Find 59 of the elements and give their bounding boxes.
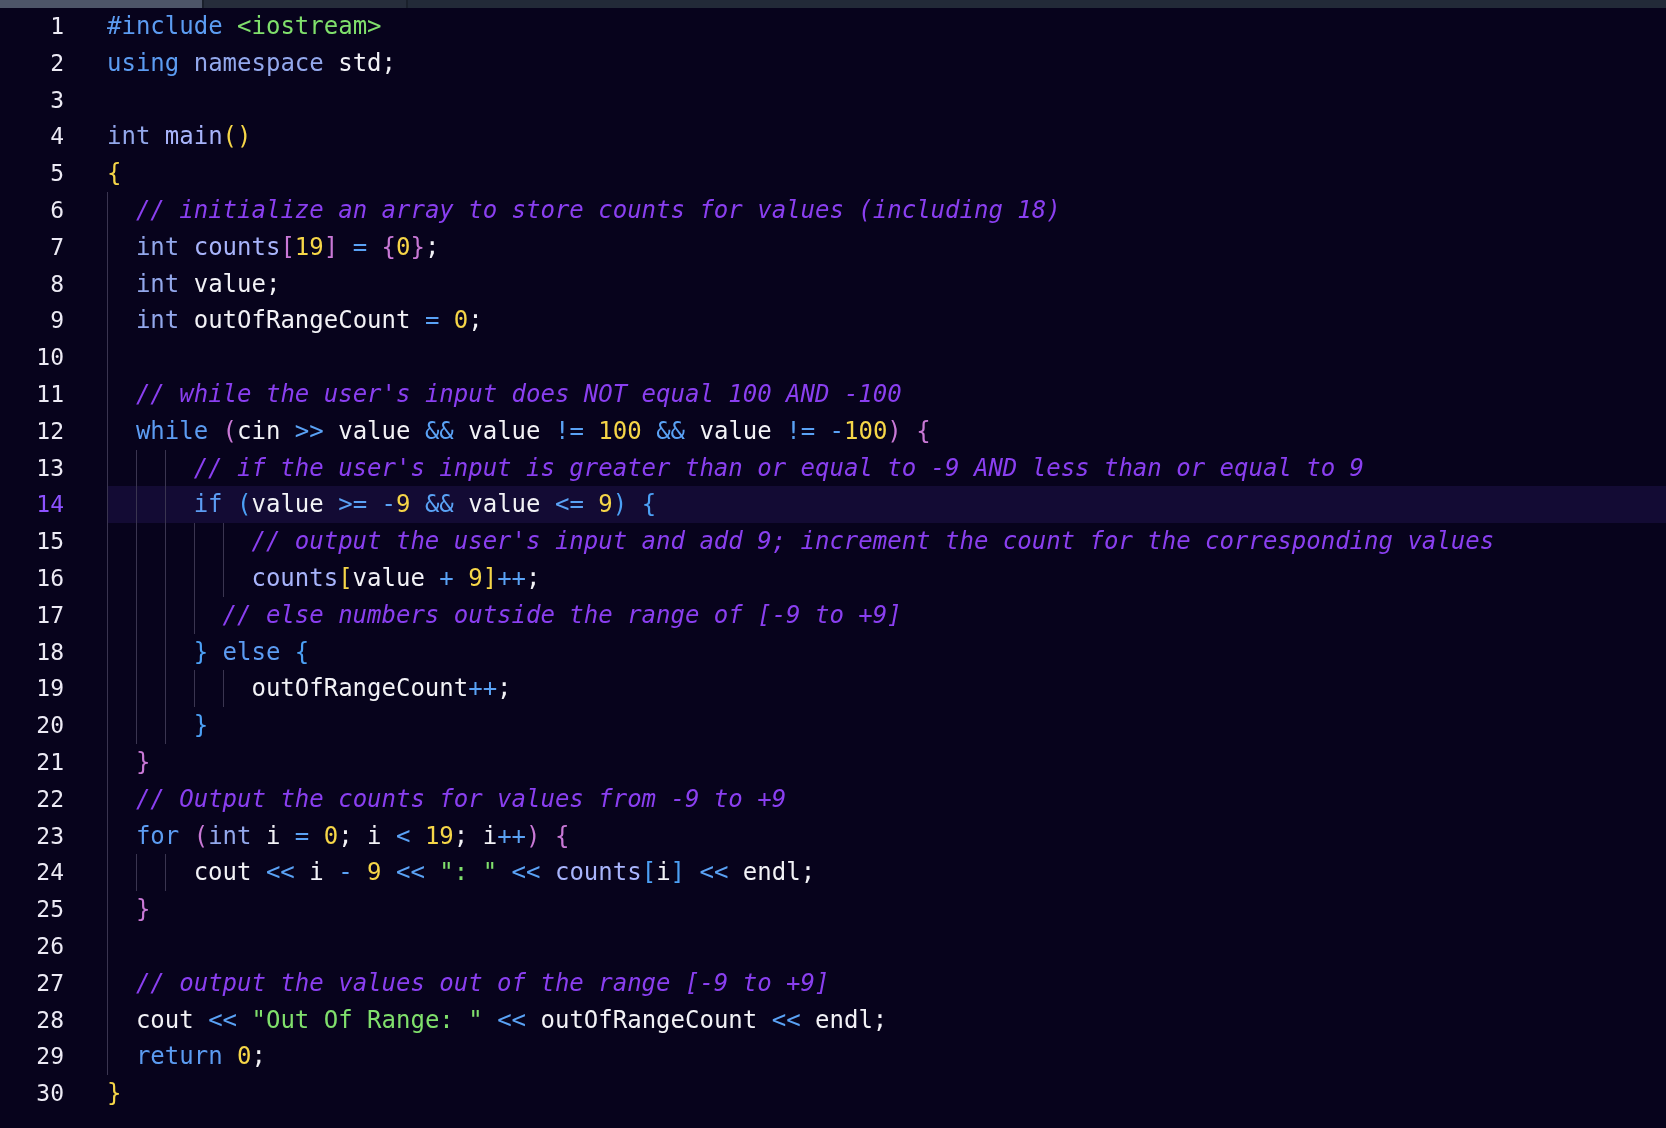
code-line: // while the user's input does NOT equal 100 AND -100 — [135, 378, 902, 410]
line-number: 21 — [35, 747, 64, 777]
line-number: 26 — [35, 931, 64, 961]
code-line: while (cin >> value && value != 100 && value != -100) { — [135, 415, 931, 447]
line-number: 13 — [35, 453, 64, 483]
line-number: 2 — [49, 48, 64, 78]
line-number: 25 — [35, 895, 64, 925]
code-line: outOfRangeCount++; — [251, 673, 512, 705]
line-number: 28 — [35, 1005, 64, 1035]
code-line: // if the user's input is greater than or equal to -9 AND less than or equal to 9 — [193, 452, 1365, 484]
code-line: counts[value + 9]++; — [251, 562, 541, 594]
code-line: int outOfRangeCount = 0; — [135, 305, 483, 337]
code-line: cout << i - 9 << ": " << counts[i] << endl; — [193, 857, 816, 889]
line-number: 4 — [49, 122, 64, 152]
code-line: } — [193, 710, 209, 742]
line-number: 18 — [35, 637, 64, 667]
code-line: int value; — [135, 268, 281, 300]
line-number: 7 — [49, 232, 64, 262]
code-line: cout << "Out Of Range: " << outOfRangeCount << endl; — [135, 1004, 888, 1036]
line-number: 9 — [49, 306, 64, 336]
code-line: // else numbers outside the range of [-9 to +9] — [222, 599, 902, 631]
line-number: 16 — [35, 563, 64, 593]
tab[interactable] — [204, 0, 408, 8]
code-line: } else { — [193, 636, 310, 668]
code-line: using namespace std; — [107, 47, 396, 79]
line-number: 6 — [49, 196, 64, 225]
line-number: 29 — [35, 1042, 64, 1072]
tab[interactable] — [0, 0, 204, 8]
line-number: 22 — [35, 784, 64, 814]
code-line: #include <iostream> — [107, 11, 382, 42]
line-number: 8 — [49, 269, 64, 299]
line-number: 17 — [35, 600, 64, 630]
code-line: for (int i = 0; i < 19; i++) { — [135, 820, 570, 852]
code-line: // output the user's input and add 9; increment the count for the corresponding values — [251, 526, 1495, 558]
line-number: 1 — [49, 12, 64, 41]
code-line: // output the values out of the range [-9 to +9] — [135, 967, 830, 999]
code-line: int counts[19] = {0}; — [135, 231, 440, 263]
code-line: } — [135, 746, 151, 778]
line-number: 5 — [49, 159, 64, 189]
code-line: if (value >= -9 && value <= 9) { — [193, 489, 657, 521]
line-number: 12 — [35, 416, 64, 446]
line-number: 14 — [35, 490, 64, 520]
code-line: // Output the counts for values from -9 to +9 — [135, 783, 787, 815]
line-number: 23 — [35, 821, 64, 851]
line-number: 24 — [35, 858, 64, 888]
line-number: 19 — [35, 674, 64, 704]
line-number: 3 — [49, 85, 64, 115]
code-line: int main() — [107, 121, 252, 153]
code-line: // initialize an array to store counts for values (including 18) — [135, 195, 1061, 226]
line-number: 15 — [35, 527, 64, 557]
line-number: 20 — [35, 711, 64, 741]
line-number: 27 — [35, 968, 64, 998]
line-number: 11 — [35, 379, 64, 409]
line-number: 10 — [35, 343, 64, 373]
code-line: return 0; — [135, 1041, 266, 1073]
code-line: } — [135, 894, 151, 926]
line-number: 30 — [35, 1079, 64, 1109]
code-line: { — [107, 158, 122, 190]
code-line: } — [107, 1078, 122, 1110]
